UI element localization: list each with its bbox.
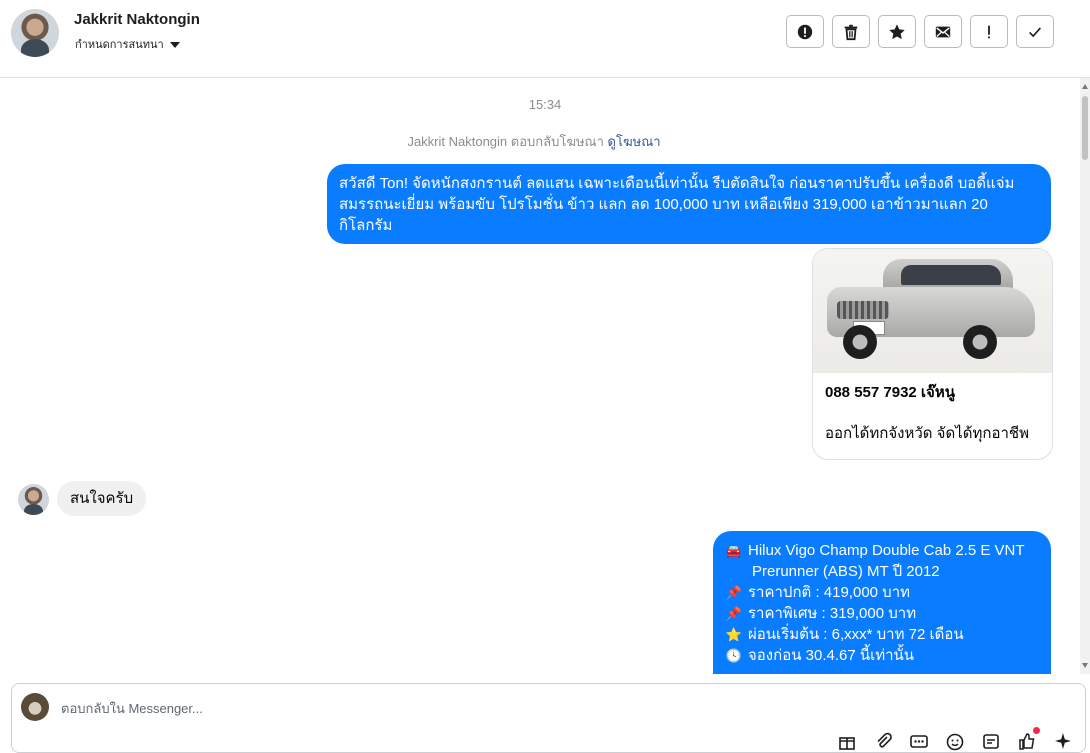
template-icon [983,734,999,749]
truck-window-shape [901,265,1001,285]
truck-wheel-front [843,325,877,359]
message-timestamp: 15:34 [528,97,562,112]
contact-name[interactable]: Jakkrit Naktongin [74,11,200,28]
mark-unread-button[interactable] [924,15,962,48]
message-thread[interactable]: 15:34 Jakkrit Naktongin ตอบกลับโฆษณา ดูโ… [0,78,1080,674]
mark-done-button[interactable] [1016,15,1054,48]
outgoing-message[interactable]: สวัสดี Ton! จัดหนักสงกรานต์ ลดแสน เฉพาะเ… [327,164,1051,244]
contact-avatar[interactable] [11,9,59,57]
reply-input[interactable] [59,696,763,720]
sender-avatar[interactable] [18,484,49,515]
pin-icon: 📌 [725,606,743,621]
header-actions [786,15,1054,48]
detail-line: 📌 ราคาปกติ : 419,000 บาท [725,582,1039,603]
exclamation-icon [988,25,990,38]
truck-wheel-rear [963,325,997,359]
ad-reply-notice: Jakkrit Naktongin ตอบกลับโฆษณา ดูโฆษณา [0,131,1068,152]
detail-installment: ผ่อนเริ่มต้น : 6,xxx* บาท 72 เดือน [748,626,964,643]
sparkle-icon [1055,733,1071,749]
ad-card[interactable]: 088 557 7932 เจ๊หนู ออกได้ทกจังหวัด จัดไ… [812,248,1053,460]
ad-card-title: 088 557 7932 เจ๊หนู [825,384,955,401]
schedule-label: กำหนดการสนทนา [75,39,164,51]
detail-model: Hilux Vigo Champ Double Cab 2.5 E VNT [748,542,1025,559]
gift-button[interactable] [836,730,858,752]
check-icon [1029,26,1042,37]
scroll-up-icon[interactable] [1082,84,1088,89]
outgoing-message-details[interactable]: 🚘 Hilux Vigo Champ Double Cab 2.5 E VNT … [713,531,1051,674]
star-emoji-icon: ⭐ [725,627,743,642]
scrollbar-thumb[interactable] [1082,96,1088,160]
scroll-down-icon[interactable] [1082,663,1088,668]
star-icon [889,23,905,39]
car-icon: 🚘 [725,543,743,558]
gift-icon [839,737,855,750]
reply-composer [11,683,1086,753]
mark-spam-button[interactable] [786,15,824,48]
truck-grille-shape [837,301,889,319]
emoji-button[interactable] [944,730,966,752]
smiley-icon [946,733,964,751]
thumbs-up-icon [1019,733,1035,750]
detail-line: 🕓 จองก่อน 30.4.67 นี้เท่านั้น [725,645,1039,666]
trash-icon [844,24,858,40]
detail-model-cont: Prerunner (ABS) MT ปี 2012 [752,563,940,580]
saved-replies-button[interactable] [908,730,930,752]
detail-line: 📌 ราคาพิเศษ : 319,000 บาท [725,603,1039,624]
page-avatar [21,693,49,721]
detail-special-price: ราคาพิเศษ : 319,000 บาท [748,605,917,622]
ai-assist-button[interactable] [1052,730,1074,752]
conversation-schedule-dropdown[interactable]: กำหนดการสนทนา [75,35,180,53]
detail-normal-price: ราคาปกติ : 419,000 บาท [748,584,911,601]
star-button[interactable] [878,15,916,48]
paperclip-icon [877,732,892,748]
ad-card-description: ออกได้ทกจังหวัด จัดได้ทุกอาชีพ [825,425,1029,442]
detail-line: 🚘 Hilux Vigo Champ Double Cab 2.5 E VNT [725,540,1039,561]
detail-line: ⭐ ผ่อนเริ่มต้น : 6,xxx* บาท 72 เดือน [725,624,1039,645]
notification-dot [1033,727,1040,734]
follow-up-button[interactable] [970,15,1008,48]
attach-button[interactable] [872,730,894,752]
chat-dots-icon [910,735,928,748]
ad-reply-text: Jakkrit Naktongin ตอบกลับโฆษณา [407,134,604,149]
template-button[interactable] [980,730,1002,752]
spam-icon [797,24,813,39]
envelope-icon [935,26,951,37]
incoming-message[interactable]: สนใจครับ [57,481,147,516]
delete-button[interactable] [832,15,870,48]
view-ad-link[interactable]: ดูโฆษณา [608,134,661,149]
truck-image [813,249,1052,373]
thread-scrollbar[interactable] [1080,78,1090,674]
detail-deadline: จองก่อน 30.4.67 นี้เท่านั้น [748,647,915,664]
caret-down-icon [169,41,180,48]
pin-icon: 📌 [725,585,743,600]
clock-icon: 🕓 [725,648,743,663]
conversation-header: Jakkrit Naktongin กำหนดการสนทนา [0,0,1090,78]
